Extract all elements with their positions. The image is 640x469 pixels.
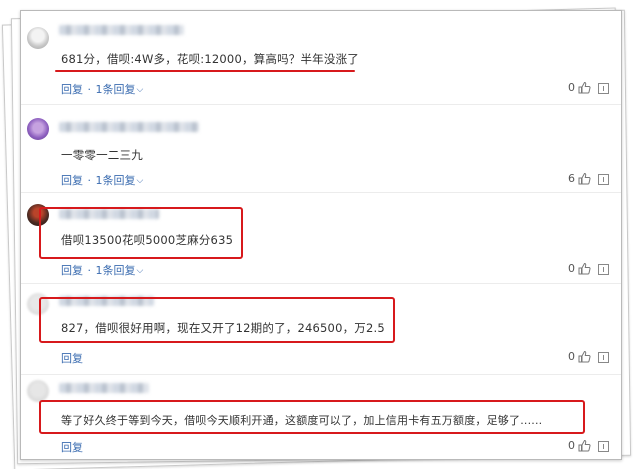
comment-item: 等了好久终于等到今天，借呗今天顺利开通，这额度可以了，加上信用卡有五万额度，足够… bbox=[21, 374, 621, 459]
avatar[interactable] bbox=[27, 118, 49, 140]
report-icon[interactable] bbox=[598, 83, 609, 94]
replies-toggle[interactable]: 1条回复⌵ bbox=[96, 264, 144, 277]
comment-actions: 回复 bbox=[61, 439, 83, 455]
thumbs-up-icon bbox=[578, 81, 591, 94]
comment-text: 借呗13500花呗5000芝麻分635 bbox=[61, 233, 234, 247]
reply-link[interactable]: 回复 bbox=[61, 352, 83, 365]
chevron-down-icon: ⌵ bbox=[136, 85, 144, 95]
like-control[interactable]: 0 bbox=[568, 81, 591, 94]
thumbs-up-icon bbox=[578, 262, 591, 275]
separator: · bbox=[87, 83, 92, 96]
report-icon[interactable] bbox=[598, 441, 609, 452]
like-count: 0 bbox=[568, 81, 575, 94]
avatar[interactable] bbox=[27, 380, 49, 402]
like-control[interactable]: 0 bbox=[568, 262, 591, 275]
comment-actions: 回复 · 1条回复⌵ bbox=[61, 81, 143, 97]
replies-count-label: 1条回复 bbox=[95, 264, 136, 277]
replies-count-label: 1条回复 bbox=[95, 174, 136, 187]
comment-text: 等了好久终于等到今天，借呗今天顺利开通，这额度可以了，加上信用卡有五万额度，足够… bbox=[61, 414, 543, 427]
chevron-down-icon: ⌵ bbox=[136, 176, 144, 186]
like-control[interactable]: 0 bbox=[568, 439, 591, 452]
replies-count-label: 1条回复 bbox=[95, 83, 136, 96]
reply-link[interactable]: 回复 bbox=[61, 264, 83, 277]
report-icon[interactable] bbox=[598, 352, 609, 363]
like-control[interactable]: 0 bbox=[568, 350, 591, 363]
report-icon[interactable] bbox=[598, 264, 609, 275]
comment-item: 681分，借呗:4W多，花呗:12000，算高吗？半年没涨了 回复 · 1条回复… bbox=[21, 19, 621, 105]
thumbs-up-icon bbox=[578, 172, 591, 185]
reply-link[interactable]: 回复 bbox=[61, 83, 83, 96]
like-count: 6 bbox=[568, 172, 575, 185]
chevron-down-icon: ⌵ bbox=[136, 266, 144, 276]
reply-link[interactable]: 回复 bbox=[61, 174, 83, 187]
report-icon[interactable] bbox=[598, 174, 609, 185]
comments-panel: 681分，借呗:4W多，花呗:12000，算高吗？半年没涨了 回复 · 1条回复… bbox=[20, 10, 622, 460]
like-count: 0 bbox=[568, 262, 575, 275]
username-blurred[interactable] bbox=[59, 383, 149, 393]
thumbs-up-icon bbox=[578, 350, 591, 363]
comment-text: 一零零一二三九 bbox=[61, 148, 143, 162]
like-count: 0 bbox=[568, 439, 575, 452]
separator: · bbox=[87, 264, 92, 277]
username-blurred[interactable] bbox=[59, 122, 199, 132]
like-count: 0 bbox=[568, 350, 575, 363]
separator: · bbox=[87, 174, 92, 187]
comment-item: 827，借呗很好用啊，现在又开了12期的了，246500，万2.5 回复 0 bbox=[21, 283, 621, 375]
screenshot-stage: 681分，借呗:4W多，花呗:12000，算高吗？半年没涨了 回复 · 1条回复… bbox=[0, 0, 640, 469]
comment-actions: 回复 bbox=[61, 350, 83, 366]
like-control[interactable]: 6 bbox=[568, 172, 591, 185]
comment-item: 一零零一二三九 回复 · 1条回复⌵ 6 bbox=[21, 104, 621, 193]
reply-link[interactable]: 回复 bbox=[61, 441, 83, 454]
replies-toggle[interactable]: 1条回复⌵ bbox=[96, 83, 144, 96]
thumbs-up-icon bbox=[578, 439, 591, 452]
comment-text: 827，借呗很好用啊，现在又开了12期的了，246500，万2.5 bbox=[61, 321, 385, 335]
highlight-underline bbox=[55, 70, 355, 72]
avatar[interactable] bbox=[27, 27, 49, 49]
comment-actions: 回复 · 1条回复⌵ bbox=[61, 172, 143, 188]
comment-actions: 回复 · 1条回复⌵ bbox=[61, 262, 143, 278]
comment-text: 681分，借呗:4W多，花呗:12000，算高吗？半年没涨了 bbox=[61, 52, 359, 66]
username-blurred[interactable] bbox=[59, 25, 184, 35]
replies-toggle[interactable]: 1条回复⌵ bbox=[96, 174, 144, 187]
comment-item: 借呗13500花呗5000芝麻分635 回复 · 1条回复⌵ 0 bbox=[21, 192, 621, 284]
